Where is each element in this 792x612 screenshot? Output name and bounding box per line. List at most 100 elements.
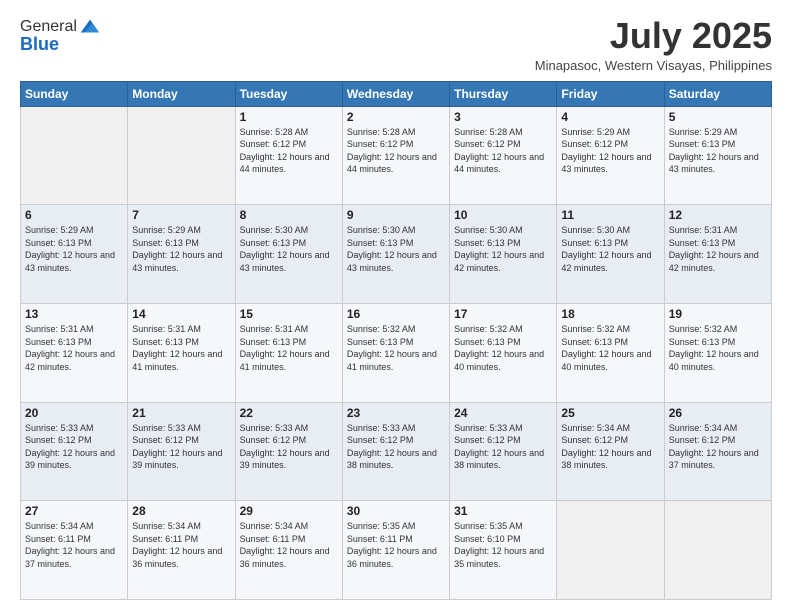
days-row: SundayMondayTuesdayWednesdayThursdayFrid… [21,81,772,106]
logo-blue-text: Blue [20,34,59,55]
calendar-cell: 12 Sunrise: 5:31 AM Sunset: 6:13 PM Dayli… [664,205,771,304]
page: General Blue July 2025 Minapasoc, Wester… [0,0,792,612]
day-info: Sunrise: 5:29 AM Sunset: 6:13 PM Dayligh… [25,224,123,274]
calendar-cell: 13 Sunrise: 5:31 AM Sunset: 6:13 PM Dayli… [21,303,128,402]
calendar-cell: 10 Sunrise: 5:30 AM Sunset: 6:13 PM Dayli… [450,205,557,304]
calendar-cell [557,501,664,600]
day-header-monday: Monday [128,81,235,106]
day-info: Sunrise: 5:32 AM Sunset: 6:13 PM Dayligh… [454,323,552,373]
day-info: Sunrise: 5:32 AM Sunset: 6:13 PM Dayligh… [561,323,659,373]
day-number: 22 [240,406,338,420]
calendar-week-2: 6 Sunrise: 5:29 AM Sunset: 6:13 PM Daylig… [21,205,772,304]
day-number: 23 [347,406,445,420]
calendar-cell: 22 Sunrise: 5:33 AM Sunset: 6:12 PM Dayli… [235,402,342,501]
calendar-cell: 24 Sunrise: 5:33 AM Sunset: 6:12 PM Dayli… [450,402,557,501]
calendar-week-1: 1Sunrise: 5:28 AM Sunset: 6:12 PM Daylig… [21,106,772,205]
calendar-cell: 6 Sunrise: 5:29 AM Sunset: 6:13 PM Daylig… [21,205,128,304]
day-info: Sunrise: 5:31 AM Sunset: 6:13 PM Dayligh… [669,224,767,274]
day-number: 25 [561,406,659,420]
day-number: 10 [454,208,552,222]
day-info: Sunrise: 5:33 AM Sunset: 6:12 PM Dayligh… [240,422,338,472]
day-info: Sunrise: 5:33 AM Sunset: 6:12 PM Dayligh… [347,422,445,472]
day-info: Sunrise: 5:28 AM Sunset: 6:12 PM Dayligh… [347,126,445,176]
day-number: 19 [669,307,767,321]
day-number: 17 [454,307,552,321]
title-block: July 2025 Minapasoc, Western Visayas, Ph… [535,16,772,73]
day-number: 2 [347,110,445,124]
calendar-cell: 17 Sunrise: 5:32 AM Sunset: 6:13 PM Dayli… [450,303,557,402]
day-number: 4 [561,110,659,124]
day-info: Sunrise: 5:35 AM Sunset: 6:11 PM Dayligh… [347,520,445,570]
calendar-cell: 16Sunrise: 5:32 AM Sunset: 6:13 PM Dayli… [342,303,449,402]
calendar-header: SundayMondayTuesdayWednesdayThursdayFrid… [21,81,772,106]
calendar-cell: 14Sunrise: 5:31 AM Sunset: 6:13 PM Dayli… [128,303,235,402]
day-info: Sunrise: 5:30 AM Sunset: 6:13 PM Dayligh… [561,224,659,274]
calendar-cell: 4Sunrise: 5:29 AM Sunset: 6:12 PM Daylig… [557,106,664,205]
calendar-body: 1Sunrise: 5:28 AM Sunset: 6:12 PM Daylig… [21,106,772,599]
day-number: 7 [132,208,230,222]
day-number: 24 [454,406,552,420]
day-info: Sunrise: 5:31 AM Sunset: 6:13 PM Dayligh… [240,323,338,373]
day-number: 5 [669,110,767,124]
day-info: Sunrise: 5:33 AM Sunset: 6:12 PM Dayligh… [132,422,230,472]
day-info: Sunrise: 5:30 AM Sunset: 6:13 PM Dayligh… [347,224,445,274]
day-header-thursday: Thursday [450,81,557,106]
day-number: 13 [25,307,123,321]
month-title: July 2025 [535,16,772,56]
day-info: Sunrise: 5:30 AM Sunset: 6:13 PM Dayligh… [240,224,338,274]
calendar-cell: 29Sunrise: 5:34 AM Sunset: 6:11 PM Dayli… [235,501,342,600]
day-number: 26 [669,406,767,420]
calendar-cell: 26 Sunrise: 5:34 AM Sunset: 6:12 PM Dayli… [664,402,771,501]
calendar-cell: 19 Sunrise: 5:32 AM Sunset: 6:13 PM Dayli… [664,303,771,402]
header: General Blue July 2025 Minapasoc, Wester… [20,16,772,73]
day-info: Sunrise: 5:30 AM Sunset: 6:13 PM Dayligh… [454,224,552,274]
day-number: 9 [347,208,445,222]
calendar-cell: 31 Sunrise: 5:35 AM Sunset: 6:10 PM Dayli… [450,501,557,600]
calendar-cell [664,501,771,600]
day-number: 27 [25,504,123,518]
day-info: Sunrise: 5:31 AM Sunset: 6:13 PM Dayligh… [25,323,123,373]
day-number: 12 [669,208,767,222]
calendar-cell: 23 Sunrise: 5:33 AM Sunset: 6:12 PM Dayli… [342,402,449,501]
calendar-cell [128,106,235,205]
calendar-cell: 7 Sunrise: 5:29 AM Sunset: 6:13 PM Daylig… [128,205,235,304]
calendar-cell: 18Sunrise: 5:32 AM Sunset: 6:13 PM Dayli… [557,303,664,402]
calendar-cell: 30 Sunrise: 5:35 AM Sunset: 6:11 PM Dayli… [342,501,449,600]
day-info: Sunrise: 5:29 AM Sunset: 6:13 PM Dayligh… [132,224,230,274]
calendar-week-4: 20 Sunrise: 5:33 AM Sunset: 6:12 PM Dayli… [21,402,772,501]
day-info: Sunrise: 5:32 AM Sunset: 6:13 PM Dayligh… [347,323,445,373]
day-number: 11 [561,208,659,222]
day-number: 20 [25,406,123,420]
day-number: 30 [347,504,445,518]
calendar-cell: 28Sunrise: 5:34 AM Sunset: 6:11 PM Dayli… [128,501,235,600]
location: Minapasoc, Western Visayas, Philippines [535,58,772,73]
calendar: SundayMondayTuesdayWednesdayThursdayFrid… [20,81,772,600]
day-number: 29 [240,504,338,518]
calendar-week-3: 13 Sunrise: 5:31 AM Sunset: 6:13 PM Dayli… [21,303,772,402]
calendar-cell: 5 Sunrise: 5:29 AM Sunset: 6:13 PM Daylig… [664,106,771,205]
logo-icon [79,16,101,38]
calendar-week-5: 27Sunrise: 5:34 AM Sunset: 6:11 PM Dayli… [21,501,772,600]
calendar-cell: 3Sunrise: 5:28 AM Sunset: 6:12 PM Daylig… [450,106,557,205]
day-info: Sunrise: 5:28 AM Sunset: 6:12 PM Dayligh… [240,126,338,176]
day-number: 15 [240,307,338,321]
day-info: Sunrise: 5:33 AM Sunset: 6:12 PM Dayligh… [454,422,552,472]
calendar-cell: 1Sunrise: 5:28 AM Sunset: 6:12 PM Daylig… [235,106,342,205]
day-info: Sunrise: 5:31 AM Sunset: 6:13 PM Dayligh… [132,323,230,373]
calendar-cell: 20 Sunrise: 5:33 AM Sunset: 6:12 PM Dayli… [21,402,128,501]
calendar-cell: 11 Sunrise: 5:30 AM Sunset: 6:13 PM Dayli… [557,205,664,304]
logo: General Blue [20,16,101,55]
day-header-sunday: Sunday [21,81,128,106]
day-info: Sunrise: 5:34 AM Sunset: 6:12 PM Dayligh… [561,422,659,472]
day-info: Sunrise: 5:28 AM Sunset: 6:12 PM Dayligh… [454,126,552,176]
day-number: 31 [454,504,552,518]
day-number: 6 [25,208,123,222]
calendar-cell [21,106,128,205]
calendar-cell: 9 Sunrise: 5:30 AM Sunset: 6:13 PM Daylig… [342,205,449,304]
day-info: Sunrise: 5:29 AM Sunset: 6:13 PM Dayligh… [669,126,767,176]
day-info: Sunrise: 5:34 AM Sunset: 6:12 PM Dayligh… [669,422,767,472]
day-info: Sunrise: 5:35 AM Sunset: 6:10 PM Dayligh… [454,520,552,570]
calendar-cell: 8Sunrise: 5:30 AM Sunset: 6:13 PM Daylig… [235,205,342,304]
day-info: Sunrise: 5:32 AM Sunset: 6:13 PM Dayligh… [669,323,767,373]
day-info: Sunrise: 5:33 AM Sunset: 6:12 PM Dayligh… [25,422,123,472]
